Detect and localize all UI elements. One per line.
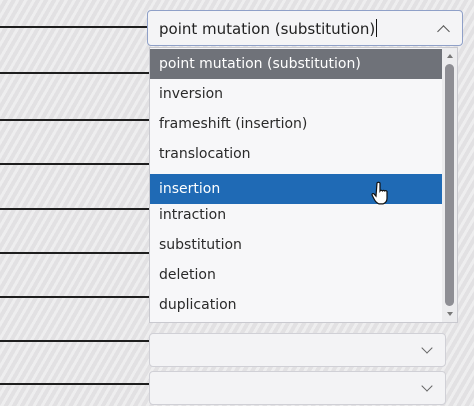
answer-line (0, 163, 150, 165)
option-frameshift-insertion[interactable]: frameshift (insertion) (150, 109, 442, 139)
answer-line (0, 340, 150, 342)
mutation-type-select-3[interactable] (149, 371, 446, 405)
text-caret (376, 19, 378, 37)
option-duplication[interactable]: duplication (150, 290, 442, 320)
chevron-down-icon[interactable] (421, 380, 433, 392)
chevron-down-icon[interactable] (421, 342, 433, 354)
answer-line (0, 252, 150, 254)
hand-pointer-icon (371, 181, 388, 205)
mutation-type-select[interactable]: point mutation (substitution) (147, 10, 463, 46)
option-deletion[interactable]: deletion (150, 260, 442, 290)
answer-line (0, 26, 147, 28)
option-point-mutation-substitution[interactable]: point mutation (substitution) (150, 49, 442, 79)
answer-line (0, 119, 150, 121)
option-inversion[interactable]: inversion (150, 79, 442, 109)
scroll-down-arrow-icon[interactable] (447, 312, 453, 316)
listbox-scrollbar[interactable] (442, 48, 457, 322)
scroll-up-arrow-icon[interactable] (447, 54, 453, 58)
chevron-up-icon[interactable] (437, 25, 450, 38)
answer-line (0, 72, 150, 74)
answer-line (0, 208, 150, 210)
option-intraction[interactable]: intraction (150, 200, 442, 230)
option-translocation[interactable]: translocation (150, 139, 442, 169)
mutation-type-select-2[interactable] (149, 333, 446, 367)
answer-line (0, 383, 150, 385)
answer-line (0, 296, 150, 298)
option-substitution[interactable]: substitution (150, 230, 442, 260)
select-current-value: point mutation (substitution) (159, 19, 378, 38)
dropdown-listbox[interactable]: point mutation (substitution) inversion … (149, 47, 458, 323)
scroll-thumb[interactable] (445, 64, 454, 306)
